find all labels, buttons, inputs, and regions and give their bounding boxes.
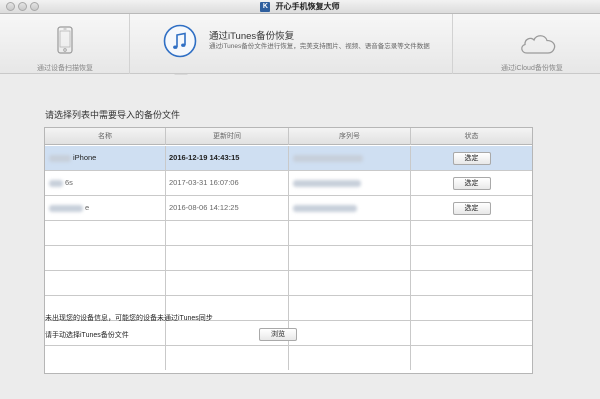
- tab-device-scan[interactable]: 通过设备扫描恢复: [0, 14, 130, 74]
- empty-cell: [45, 221, 166, 245]
- table-header: 名称 更新时间 序列号 状态: [45, 128, 532, 145]
- column-header-serial[interactable]: 序列号: [289, 128, 411, 145]
- update-time-cell: 2016-12-19 14:43:15: [166, 146, 289, 170]
- window-title: 开心手机恢复大师: [275, 2, 340, 11]
- window-title-group: K 开心手机恢复大师: [0, 1, 600, 13]
- tab-itunes-description: 通过iTunes备份文件进行恢复，完美支持图片、视频、语音备忘录等文件数据: [209, 43, 430, 50]
- device-name: 6s: [65, 178, 73, 187]
- redacted-text: [49, 204, 83, 212]
- empty-cell: [289, 296, 411, 320]
- empty-cell: [411, 271, 532, 295]
- device-name-cell: e: [45, 196, 166, 220]
- music-note-icon: [163, 24, 197, 60]
- tab-itunes-title: 通过iTunes备份恢复: [209, 31, 295, 42]
- status-cell: 选定: [411, 146, 532, 170]
- column-header-name[interactable]: 名称: [45, 128, 166, 145]
- redacted-serial: [293, 204, 357, 212]
- empty-cell: [166, 271, 289, 295]
- browse-button[interactable]: 浏览: [259, 328, 297, 341]
- update-time-cell: 2016-08-06 14:12:25: [166, 196, 289, 220]
- section-title: 请选择列表中需要导入的备份文件: [45, 110, 181, 120]
- device-name: iPhone: [73, 153, 97, 162]
- device-name-cell: 6s: [45, 171, 166, 195]
- device-name-cell: iPhone: [45, 146, 166, 170]
- empty-table-row: [45, 271, 532, 296]
- select-button[interactable]: 选定: [452, 152, 491, 165]
- serial-cell: [289, 171, 411, 195]
- empty-cell: [289, 221, 411, 245]
- app-window: K 开心手机恢复大师 通过设备扫描恢复 通过iTunes备份恢复 通过iTune…: [0, 0, 600, 399]
- empty-cell: [411, 221, 532, 245]
- empty-cell: [289, 246, 411, 270]
- table-row[interactable]: 6s 2017-03-31 16:07:06 选定: [45, 171, 532, 196]
- app-logo-icon: K: [260, 1, 271, 12]
- serial-cell: [289, 146, 411, 170]
- cloud-icon: [518, 32, 558, 58]
- empty-cell: [45, 246, 166, 270]
- empty-cell: [45, 346, 166, 370]
- main-panel: 请选择列表中需要导入的备份文件 名称 更新时间 序列号 状态 iPhone 20…: [0, 75, 600, 399]
- empty-cell: [289, 346, 411, 370]
- redacted-text: [49, 154, 71, 162]
- tab-itunes-backup[interactable]: 通过iTunes备份恢复 通过iTunes备份文件进行恢复，完美支持图片、视频、…: [131, 14, 451, 74]
- redacted-text: [49, 179, 63, 187]
- tab-icloud-backup[interactable]: 通过iCloud备份恢复: [452, 14, 600, 74]
- redacted-serial: [293, 179, 361, 187]
- manual-select-label: 请手动选择iTunes备份文件: [45, 332, 129, 339]
- update-time-cell: 2017-03-31 16:07:06: [166, 171, 289, 195]
- empty-cell: [166, 246, 289, 270]
- table-row[interactable]: e 2016-08-06 14:12:25 选定: [45, 196, 532, 221]
- empty-table-row: [45, 246, 532, 271]
- tab-icloud-label: 通过iCloud备份恢复: [501, 65, 563, 72]
- empty-cell: [45, 271, 166, 295]
- title-bar: K 开心手机恢复大师: [0, 0, 600, 14]
- empty-cell: [411, 296, 532, 320]
- column-header-time[interactable]: 更新时间: [166, 128, 289, 145]
- serial-cell: [289, 196, 411, 220]
- empty-cell: [411, 346, 532, 370]
- recovery-mode-bar: 通过设备扫描恢复 通过iTunes备份恢复 通过iTunes备份文件进行恢复，完…: [0, 14, 600, 81]
- table-row[interactable]: iPhone 2016-12-19 14:43:15 选定: [45, 146, 532, 171]
- redacted-serial: [293, 154, 363, 162]
- empty-cell: [166, 221, 289, 245]
- empty-cell: [166, 346, 289, 370]
- status-cell: 选定: [411, 171, 532, 195]
- status-cell: 选定: [411, 196, 532, 220]
- phone-icon: [57, 26, 73, 56]
- empty-table-row: [45, 346, 532, 371]
- tab-device-scan-label: 通过设备扫描恢复: [37, 65, 93, 72]
- empty-table-row: [45, 221, 532, 246]
- select-button[interactable]: 选定: [452, 202, 491, 215]
- column-header-status[interactable]: 状态: [411, 128, 532, 145]
- empty-cell: [411, 246, 532, 270]
- device-name: e: [85, 203, 90, 212]
- device-not-found-note: 未出现您的设备信息，可能您的设备未通过iTunes同步: [45, 315, 213, 322]
- empty-cell: [289, 321, 411, 345]
- select-button[interactable]: 选定: [452, 177, 491, 190]
- empty-cell: [411, 321, 532, 345]
- empty-cell: [289, 271, 411, 295]
